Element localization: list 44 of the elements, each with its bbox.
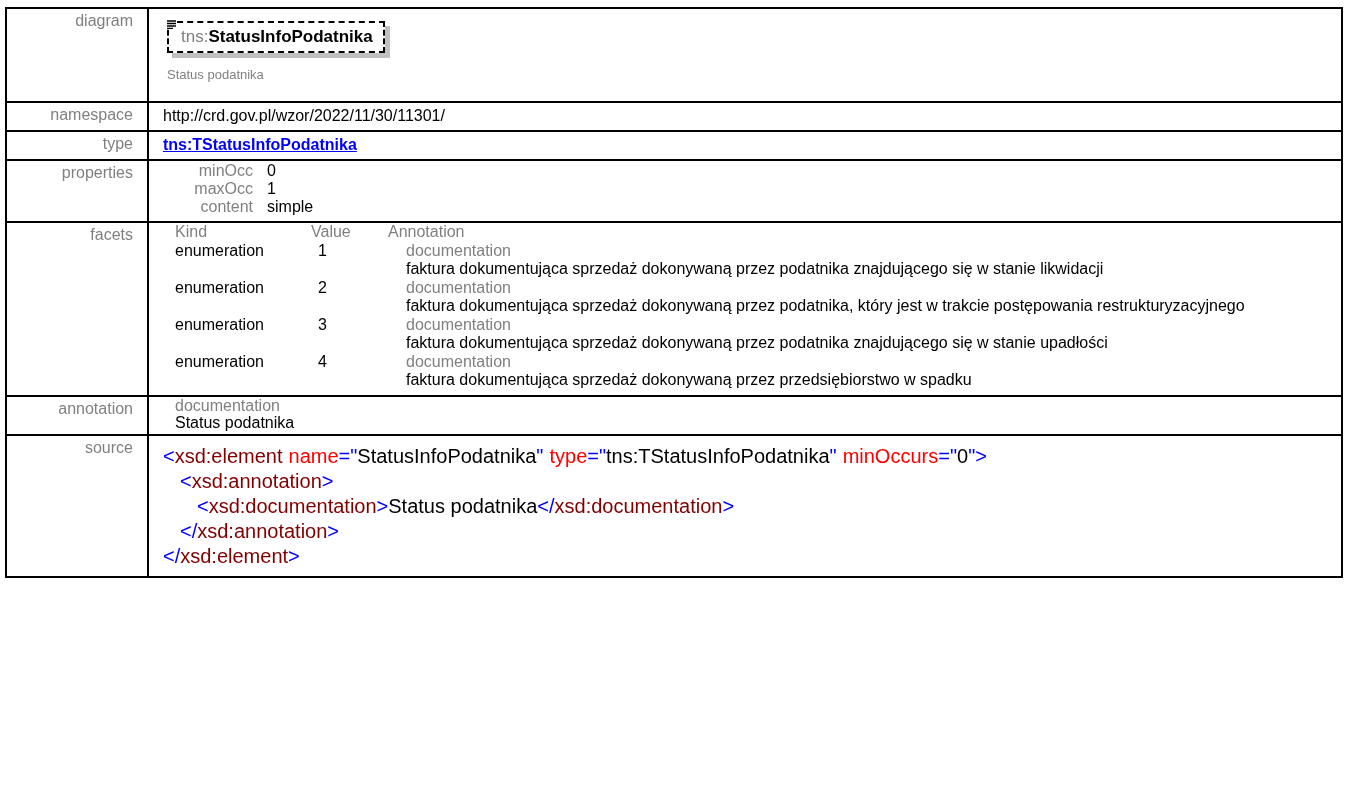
property-value: 0 (267, 162, 277, 180)
documentation-text: faktura dokumentująca sprzedaż dokonywaną przez podatnika znajdującego się w stanie upadłości (405, 334, 1109, 353)
property-name: minOcc (197, 162, 253, 180)
property-name: maxOcc (193, 180, 253, 198)
row-label: annotation (58, 399, 133, 417)
source-code-line: </xsd:annotation> (179, 518, 341, 544)
row-label: namespace (50, 106, 133, 123)
element-name: StatusInfoPodatnika (208, 27, 373, 47)
documentation-label: documentation (405, 241, 512, 260)
column-header: Annotation (388, 223, 466, 242)
type-link[interactable]: tns:TStatusInfoPodatnika (163, 136, 357, 153)
documentation-label: documentation (405, 315, 512, 334)
source-code-line: <xsd:annotation> (179, 468, 335, 494)
element-caption: Status podatnika (167, 67, 264, 82)
facet-value: 4 (317, 352, 328, 371)
facet-kind: enumeration (174, 278, 265, 297)
documentation-text: faktura dokumentująca sprzedaż dokonywaną przez podatnika znajdującego się w stanie likwidacji (405, 260, 1105, 279)
source-code-line: <xsd:element name="StatusInfoPodatnika" type="tns:TStatusInfoPodatnika" minOccurs="0"> (163, 443, 988, 469)
source-code-line: <xsd:documentation>Status podatnika</xsd:documentation> (196, 493, 736, 519)
documentation-label: documentation (175, 396, 281, 414)
property-value: 1 (267, 180, 277, 198)
facet-kind: enumeration (174, 352, 265, 371)
row-label: facets (90, 226, 133, 243)
facet-kind: enumeration (174, 315, 265, 334)
row-label: source (84, 438, 133, 456)
row-label: properties (61, 164, 133, 181)
source-code-line: </xsd:element> (163, 543, 301, 569)
documentation-label: documentation (405, 352, 512, 371)
documentation-label: documentation (405, 278, 512, 297)
property-name: content (199, 198, 253, 216)
column-header: Kind (174, 223, 209, 242)
documentation-text: faktura dokumentująca sprzedaż dokonywaną przez podatnika, który jest w trakcie postępowania restrukturyzacyjnego (405, 297, 1246, 316)
facet-value: 2 (317, 278, 328, 297)
facet-value: 3 (317, 315, 328, 334)
namespace-text: http://crd.gov.pl/wzor/2022/11/30/11301/ (163, 107, 445, 125)
element-prefix: tns: (181, 27, 209, 47)
documentation-text: Status podatnika (175, 413, 296, 431)
row-label: type (102, 135, 133, 152)
row-label: diagram (75, 12, 133, 29)
facet-value: 1 (317, 241, 328, 260)
documentation-text: faktura dokumentująca sprzedaż dokonywaną przez przedsiębiorstwo w spadku (405, 371, 973, 390)
facet-kind: enumeration (174, 241, 265, 260)
property-value: simple (267, 198, 314, 216)
column-header: Value (311, 223, 352, 242)
